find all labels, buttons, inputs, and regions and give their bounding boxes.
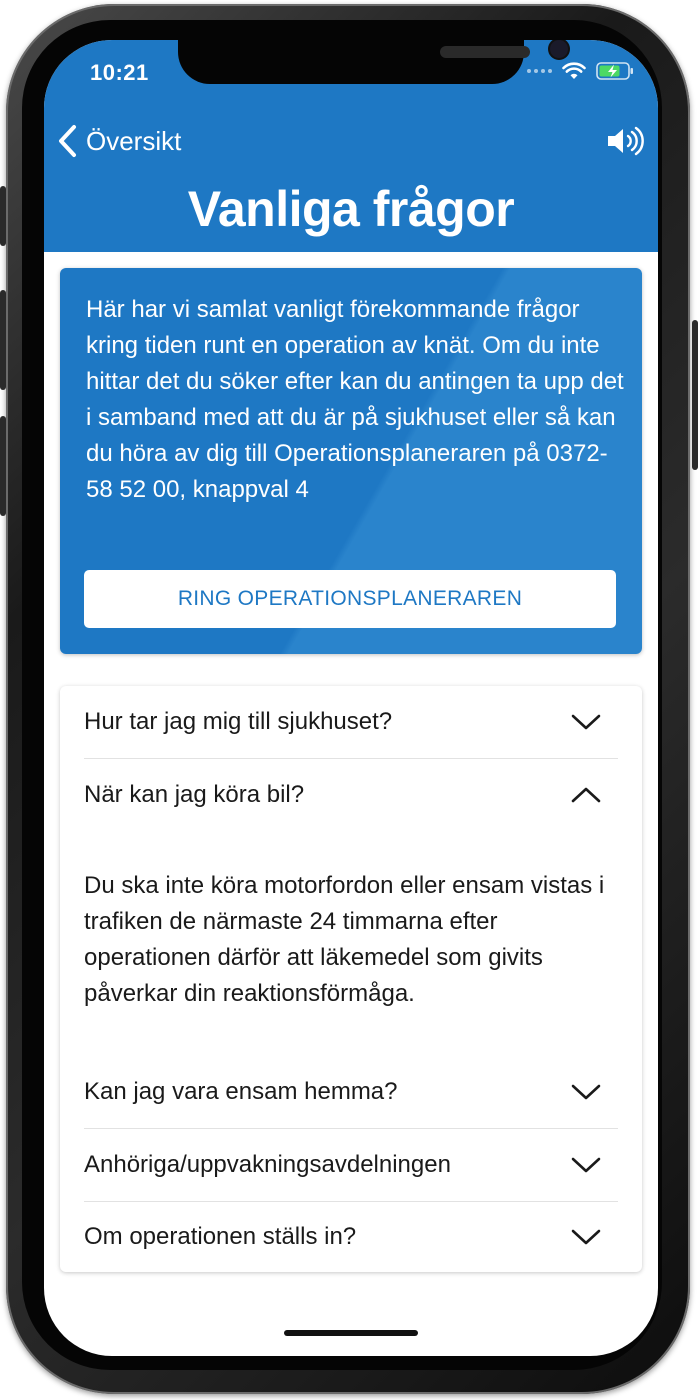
home-indicator[interactable] [284, 1330, 418, 1336]
battery-charging-icon [596, 62, 633, 80]
wifi-icon [562, 62, 586, 79]
chevron-left-icon [59, 125, 76, 157]
page-title: Vanliga frågor [187, 181, 515, 237]
status-time: 10:21 [90, 60, 149, 85]
chevron-down-icon [571, 1157, 601, 1173]
faq-item-alone-home[interactable]: Kan jag vara ensam hemma? [84, 1056, 618, 1129]
chevron-down-icon [571, 1084, 601, 1100]
faq-question: Hur tar jag mig till sjukhuset? [84, 708, 393, 735]
phone-volume-down-button [0, 416, 6, 516]
chevron-down-icon [571, 1229, 601, 1245]
phone-mute-switch [0, 186, 6, 246]
faq-question: Anhöriga/uppvakningsavdelningen [84, 1151, 451, 1178]
chevron-down-icon [571, 714, 601, 730]
notch [178, 40, 568, 84]
call-planner-button[interactable]: RING OPERATIONSPLANERAREN [84, 570, 616, 628]
back-button-label: Översikt [86, 125, 182, 156]
faq-item-relatives[interactable]: Anhöriga/uppvakningsavdelningen [84, 1129, 618, 1202]
phone-volume-up-button [0, 290, 6, 390]
chevron-up-icon [571, 787, 601, 803]
faq-item-hospital-travel[interactable]: Hur tar jag mig till sjukhuset? [84, 686, 618, 759]
sound-button[interactable] [606, 126, 646, 161]
speaker-volume-icon [608, 126, 644, 156]
intro-text: Här har vi samlat vanligt förekommande f… [86, 296, 624, 503]
faq-question: När kan jag köra bil? [84, 781, 305, 808]
cellular-dots-icon [527, 69, 552, 73]
faq-item-driving[interactable]: När kan jag köra bil? [84, 759, 618, 831]
back-button[interactable]: Översikt [56, 124, 181, 158]
faq-question: Kan jag vara ensam hemma? [84, 1078, 398, 1105]
front-camera [550, 40, 568, 58]
faq-question: Om operationen ställs in? [84, 1223, 357, 1250]
faq-list: Hur tar jag mig till sjukhuset? När kan … [60, 686, 642, 1272]
status-icons [527, 62, 634, 80]
earpiece-speaker [440, 46, 530, 58]
faq-item-cancelled-operation[interactable]: Om operationen ställs in? [84, 1201, 618, 1273]
phone-power-button [692, 320, 698, 470]
app-screen: 10:21 Översikt Vanliga frågor Här har vi… [44, 40, 658, 1356]
header-bar: 10:21 Översikt Vanliga frågor [44, 40, 658, 252]
intro-card: Här har vi samlat vanligt förekommande f… [60, 268, 642, 654]
faq-answer-driving: Du ska inte köra motorfordon eller ensam… [84, 872, 605, 1007]
